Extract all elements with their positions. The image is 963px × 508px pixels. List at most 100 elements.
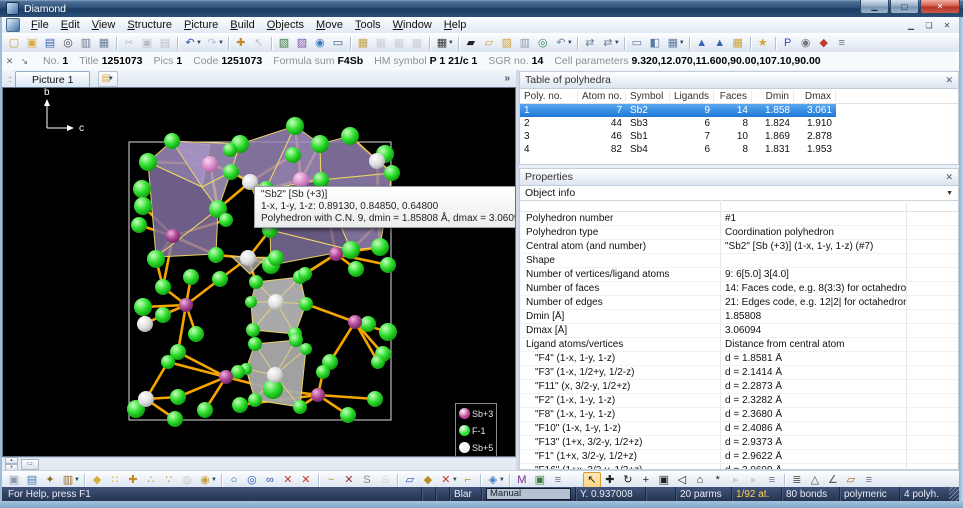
bond-sphere-2-button[interactable]: S (376, 472, 394, 488)
column-header-ligands[interactable]: Ligands (670, 91, 714, 102)
rotate-tool-button[interactable]: ↻ (619, 472, 637, 488)
tabbar-grip[interactable]: :: (4, 74, 15, 84)
table-panel-close-icon[interactable]: ✕ (945, 75, 953, 86)
copy-button[interactable]: ▣ (138, 35, 156, 51)
fill-cell-button[interactable]: ◉ (196, 472, 214, 488)
property-row[interactable]: Polyhedron number#1 (520, 212, 958, 226)
picture-settings-button[interactable]: ▣ (531, 472, 549, 488)
picture-copy-button[interactable]: ▥ (516, 35, 534, 51)
copy-picture-button[interactable]: ▣ (5, 472, 23, 488)
build-lattice-button[interactable]: ∵ (160, 472, 178, 488)
export-data-button[interactable]: ⇄ (581, 35, 599, 51)
canvas-mini-button[interactable]: ▭ (21, 459, 39, 470)
find-button[interactable]: ◎ (59, 35, 77, 51)
chart-histogram-button[interactable]: ▲ (711, 35, 729, 51)
property-row[interactable]: Number of faces14: Faces code, e.g. 8(3:… (520, 282, 958, 296)
table-row[interactable]: 244Sb3681.8241.910 (520, 117, 836, 130)
picture-frame-button[interactable]: ▭ (329, 35, 347, 51)
print-preview-button[interactable]: ▥ (77, 35, 95, 51)
paste-button[interactable]: ▤ (156, 35, 174, 51)
property-row[interactable]: Ligand atoms/verticesDistance from centr… (520, 338, 958, 352)
property-row[interactable]: Polyhedron typeCoordination polyhedron (520, 226, 958, 240)
export-picture-button[interactable]: ⇄ (599, 35, 617, 51)
picture-update-button[interactable]: ◉ (311, 35, 329, 51)
table-row[interactable]: 346Sb17101.8692.878 (520, 130, 836, 143)
menu-move[interactable]: Move (310, 18, 349, 32)
table-row[interactable]: 482Sb4681.8311.953 (520, 143, 836, 156)
databar-dock-icon[interactable]: ↘ (17, 56, 32, 67)
redo-button[interactable]: ↷ (203, 35, 221, 51)
bond-sphere-1-button[interactable]: S (358, 472, 376, 488)
measure-angle-button[interactable]: ∠ (824, 472, 842, 488)
add-single-atom-button[interactable]: ✚ (124, 472, 142, 488)
add-picture-button[interactable]: ▤ (23, 472, 41, 488)
polyhedra-cube-button[interactable]: ▱ (401, 472, 419, 488)
connect-atoms-button[interactable]: ∴ (142, 472, 160, 488)
video-view-button[interactable]: ▰ (462, 35, 480, 51)
new-picture-button[interactable]: ▤ ▼ (98, 71, 117, 87)
picture-gallery-button[interactable]: ▨ (293, 35, 311, 51)
tab-picture-1[interactable]: Picture 1 (15, 71, 90, 87)
hydrogen-bonds-button[interactable]: ⌐ (459, 472, 477, 488)
column-header-dmin[interactable]: Dmin (752, 91, 794, 102)
packing-options-button[interactable]: ◈ (484, 472, 502, 488)
menu-picture[interactable]: Picture (178, 18, 224, 32)
assistant-wizard-button[interactable]: ★ (754, 35, 772, 51)
zoom-tool-button[interactable]: ▣ (655, 472, 673, 488)
column-header-poly-no[interactable]: Poly. no. (520, 91, 578, 102)
menu-view[interactable]: View (86, 18, 122, 32)
perspective-tool-button[interactable]: ◁ (673, 472, 691, 488)
spin-up-button[interactable]: ▲ (5, 457, 18, 464)
menu-help[interactable]: Help (438, 18, 473, 32)
property-row[interactable]: "F3" (1-x, 1/2+y, 1/2-z)d = 2.1414 Å (520, 366, 958, 380)
picture-revert-button[interactable]: ◎ (534, 35, 552, 51)
layout-single-button[interactable]: ▭ (628, 35, 646, 51)
menu-structure[interactable]: Structure (121, 18, 178, 32)
molecule-fragment-button[interactable]: ◍ (178, 472, 196, 488)
spin-tool-button[interactable]: * (709, 472, 727, 488)
data-sheet-button[interactable]: ▦ (354, 35, 372, 51)
property-row[interactable]: "F8" (1-x, 1-y, 1-z)d = 2.3680 Å (520, 408, 958, 422)
save-document-button[interactable]: ▤ (41, 35, 59, 51)
property-row[interactable]: "F2" (1-x, 1-y, 1-z)d = 2.3282 Å (520, 394, 958, 408)
menu-tools[interactable]: Tools (349, 18, 387, 32)
minimize-button[interactable]: ▁ (860, 0, 889, 14)
create-bond-button[interactable]: ~ (322, 472, 340, 488)
build-polyhedron-button[interactable]: ◆ (88, 472, 106, 488)
properties-view-select[interactable]: Object info ▼ (520, 186, 958, 201)
column-header-symbol[interactable]: Symbol (626, 91, 670, 102)
child-restore-button[interactable]: ❏ (921, 19, 937, 31)
chart-table-button[interactable]: ▦ (729, 35, 747, 51)
column-header-dmax[interactable]: Dmax (794, 91, 836, 102)
picture-folder-button[interactable]: ▨ (498, 35, 516, 51)
property-row[interactable]: Number of edges21: Edges code, e.g. 12|2… (520, 296, 958, 310)
data-table-2-button[interactable]: ▦ (372, 35, 390, 51)
delete-bonds-button[interactable]: ✕ (340, 472, 358, 488)
connectivity-button[interactable]: ∞ (261, 472, 279, 488)
cut-button[interactable]: ✂ (120, 35, 138, 51)
menu-window[interactable]: Window (387, 18, 438, 32)
powder-pattern-button[interactable]: P (779, 35, 797, 51)
shift-tool-button[interactable]: + (637, 472, 655, 488)
column-header-atom-no[interactable]: Atom no. (578, 91, 626, 102)
print-button[interactable]: ▦ (95, 35, 113, 51)
layout-table-button[interactable]: ▦ (664, 35, 682, 51)
child-minimize-button[interactable]: ▁ (903, 19, 919, 31)
properties-panel-close-icon[interactable]: ✕ (945, 172, 953, 183)
menu-edit[interactable]: Edit (55, 18, 86, 32)
open-document-button[interactable]: ▣ (23, 35, 41, 51)
destroy-1-button[interactable]: ✕ (279, 472, 297, 488)
property-row[interactable]: "F10" (1-x, 1-y, 1-z)d = 2.4086 Å (520, 422, 958, 436)
select-tool-button[interactable]: ↖ (583, 472, 601, 488)
property-row[interactable]: Shape (520, 254, 958, 268)
property-row[interactable]: "F16" (1+x, 3/2-y, 1/2+z)d = 3.0609 Å (520, 464, 958, 469)
property-row[interactable]: Number of vertices/ligand atoms9: 6[5.0]… (520, 268, 958, 282)
overflow-2-button[interactable]: ≡ (763, 472, 781, 488)
data-table-4-button[interactable]: ▦ (408, 35, 426, 51)
measure-triangle-button[interactable]: △ (806, 472, 824, 488)
property-row[interactable]: Dmin [Å]1.85808 (520, 310, 958, 324)
measure-distance-button[interactable]: ≣ (788, 472, 806, 488)
measure-erase-button[interactable]: ▱ (842, 472, 860, 488)
property-row[interactable]: Central atom (and number)"Sb2" [Sb (+3)]… (520, 240, 958, 254)
coordination-filled-button[interactable]: ◎ (243, 472, 261, 488)
